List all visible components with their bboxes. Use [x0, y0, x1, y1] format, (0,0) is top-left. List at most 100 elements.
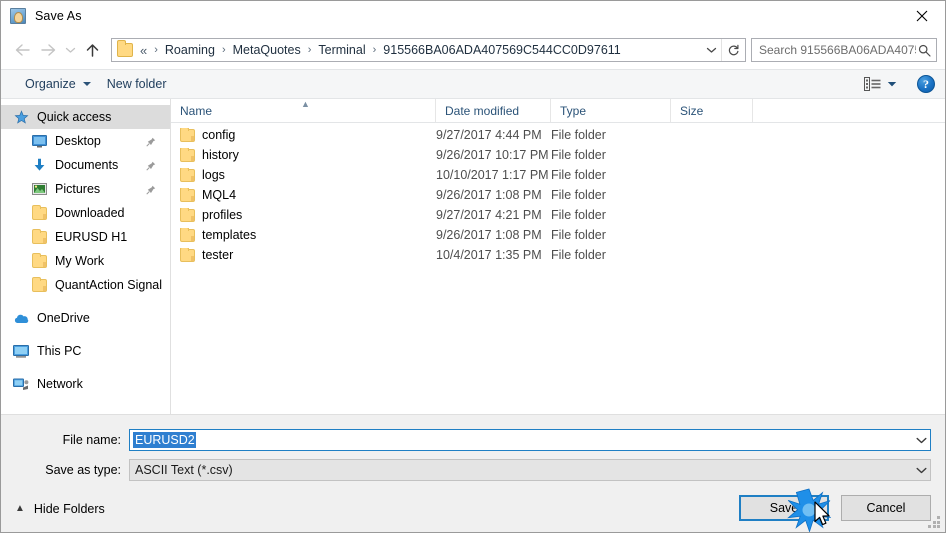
folder-icon [31, 204, 47, 221]
network-icon [13, 376, 29, 392]
back-icon[interactable] [9, 37, 35, 63]
table-row[interactable]: logs 10/10/2017 1:17 PM File folder [171, 165, 945, 185]
file-name-cell: history [171, 148, 436, 162]
sidebar-item-this-pc[interactable]: This PC [1, 339, 170, 363]
file-type-cell: File folder [551, 168, 606, 182]
up-icon[interactable] [79, 37, 105, 63]
save-button[interactable]: Save [739, 495, 829, 521]
folder-icon [180, 208, 195, 222]
table-row[interactable]: profiles 9/27/2017 4:21 PM File folder [171, 205, 945, 225]
table-row[interactable]: tester 10/4/2017 1:35 PM File folder [171, 245, 945, 265]
close-icon[interactable] [899, 1, 945, 31]
resize-grip[interactable] [928, 516, 941, 529]
star-icon [13, 109, 29, 125]
column-header-date-modified[interactable]: Date modified [436, 99, 551, 122]
breadcrumb-item-metaquotes[interactable]: MetaQuotes [231, 41, 303, 59]
navigation-bar: « › Roaming › MetaQuotes › Terminal › 91… [1, 31, 945, 69]
file-name-label: templates [202, 228, 257, 242]
folder-icon [180, 228, 195, 242]
breadcrumb-overflow[interactable]: « [137, 41, 149, 60]
savetype-label: Save as type: [45, 463, 121, 477]
column-header-type[interactable]: Type [551, 99, 671, 122]
sidebar-item-desktop[interactable]: Desktop [1, 129, 170, 153]
window-title: Save As [35, 9, 82, 23]
recent-locations-chevron-down-icon[interactable] [61, 37, 79, 63]
sidebar-item-eurusd-h1[interactable]: EURUSD H1 [1, 225, 170, 249]
address-chevron-down-icon[interactable] [701, 39, 721, 61]
pin-icon[interactable] [146, 160, 156, 171]
sidebar-item-pictures[interactable]: Pictures [1, 177, 170, 201]
title-bar: Save As [1, 1, 945, 31]
table-row[interactable]: templates 9/26/2017 1:08 PM File folder [171, 225, 945, 245]
file-date-cell: 9/26/2017 1:08 PM [436, 228, 542, 242]
column-header-label: Name [180, 103, 213, 118]
column-header-size[interactable]: Size [671, 99, 753, 122]
search-input[interactable] [759, 43, 916, 57]
table-row[interactable]: MQL4 9/26/2017 1:08 PM File folder [171, 185, 945, 205]
chevron-up-icon: ▲ [15, 503, 25, 514]
hide-folders-label: Hide Folders [33, 502, 105, 516]
view-options-button[interactable] [858, 74, 903, 94]
sidebar-item-label: EURUSD H1 [55, 230, 128, 244]
file-type-cell: File folder [551, 128, 606, 142]
filename-value: EURUSD2 [133, 432, 196, 448]
sidebar-item-quick-access[interactable]: Quick access [1, 105, 170, 129]
computer-icon [13, 343, 29, 359]
sidebar-item-network[interactable]: Network [1, 372, 170, 396]
file-name-label: history [202, 148, 239, 162]
sidebar-item-downloaded[interactable]: Downloaded [1, 201, 170, 225]
file-type-cell: File folder [551, 248, 606, 262]
search-box[interactable] [751, 38, 937, 62]
sidebar-item-label: Quick access [37, 110, 112, 124]
breadcrumb-item-instance-id[interactable]: 915566BA06ADA407569C544CC0D97611 [381, 41, 622, 59]
chevron-down-icon[interactable] [912, 430, 930, 450]
column-header-name[interactable]: Name ▲ [171, 99, 436, 122]
sidebar-item-label: Network [37, 377, 83, 391]
pin-icon[interactable] [146, 136, 156, 147]
breadcrumb-item-roaming[interactable]: Roaming [163, 41, 217, 59]
file-type-cell: File folder [551, 208, 606, 222]
breadcrumb-separator: › [154, 44, 158, 56]
column-header-row: Name ▲ Date modified Type Size [171, 99, 945, 123]
savetype-select[interactable]: ASCII Text (*.csv) [129, 459, 931, 481]
hide-folders-button[interactable]: ▲ Hide Folders [15, 502, 105, 516]
file-name-cell: config [171, 128, 436, 142]
search-icon[interactable] [916, 44, 932, 57]
sidebar-item-documents[interactable]: Documents [1, 153, 170, 177]
table-row[interactable]: history 9/26/2017 10:17 PM File folder [171, 145, 945, 165]
address-bar[interactable]: « › Roaming › MetaQuotes › Terminal › 91… [111, 38, 746, 62]
breadcrumb-folder-icon [117, 40, 133, 57]
sidebar-item-label: Pictures [55, 182, 101, 196]
sidebar-item-onedrive[interactable]: OneDrive [1, 306, 170, 330]
file-name-cell: tester [171, 248, 436, 262]
folder-icon [180, 248, 195, 262]
filename-input[interactable]: EURUSD2 [129, 429, 931, 451]
refresh-icon[interactable] [721, 39, 745, 61]
sort-ascending-icon: ▲ [301, 99, 310, 109]
forward-icon[interactable] [35, 37, 61, 63]
new-folder-button[interactable]: New folder [99, 74, 175, 94]
sidebar-item-my-work[interactable]: My Work [1, 249, 170, 273]
folder-icon [180, 128, 195, 142]
help-button[interactable]: ? [917, 75, 935, 93]
organize-button[interactable]: Organize [17, 74, 99, 94]
file-date-cell: 9/27/2017 4:44 PM [436, 128, 542, 142]
file-name-label: config [202, 128, 236, 142]
file-type-cell: File folder [551, 188, 606, 202]
save-as-dialog: Save As « › Roaming › MetaQuotes › Termi… [0, 0, 946, 533]
table-row[interactable]: config 9/27/2017 4:44 PM File folder [171, 125, 945, 145]
pin-icon[interactable] [146, 184, 156, 195]
file-date-cell: 9/26/2017 1:08 PM [436, 188, 542, 202]
content-area: Quick access Desktop Documents Pictures … [1, 99, 945, 414]
sidebar-item-quantaction-signal[interactable]: QuantAction Signal [1, 273, 170, 297]
file-type-cell: File folder [551, 228, 606, 242]
breadcrumb-item-terminal[interactable]: Terminal [316, 41, 367, 59]
savetype-row: Save as type: ASCII Text (*.csv) [1, 459, 945, 481]
sidebar-item-label: OneDrive [37, 311, 90, 325]
chevron-down-icon [887, 81, 897, 86]
chevron-down-icon[interactable] [912, 460, 930, 480]
cancel-button[interactable]: Cancel [841, 495, 931, 521]
folder-icon [31, 252, 47, 269]
